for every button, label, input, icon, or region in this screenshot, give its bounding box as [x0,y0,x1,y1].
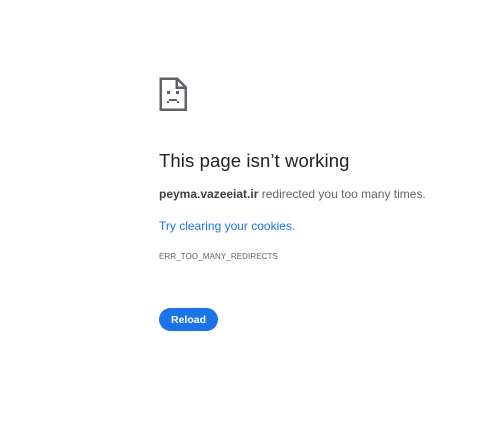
error-host: peyma.vazeeiat.ir [159,187,259,201]
reload-button[interactable]: Reload [159,308,218,331]
clear-cookies-link[interactable]: Try clearing your cookies. [159,219,295,233]
error-summary-text: redirected you too many times. [258,187,426,201]
sad-page-icon [159,77,187,111]
error-code: ERR_TOO_MANY_REDIRECTS [159,252,278,261]
error-page: This page isn’t working peyma.vazeeiat.i… [0,0,498,433]
error-title: This page isn’t working [159,150,350,171]
error-summary: peyma.vazeeiat.ir redirected you too man… [159,187,426,201]
